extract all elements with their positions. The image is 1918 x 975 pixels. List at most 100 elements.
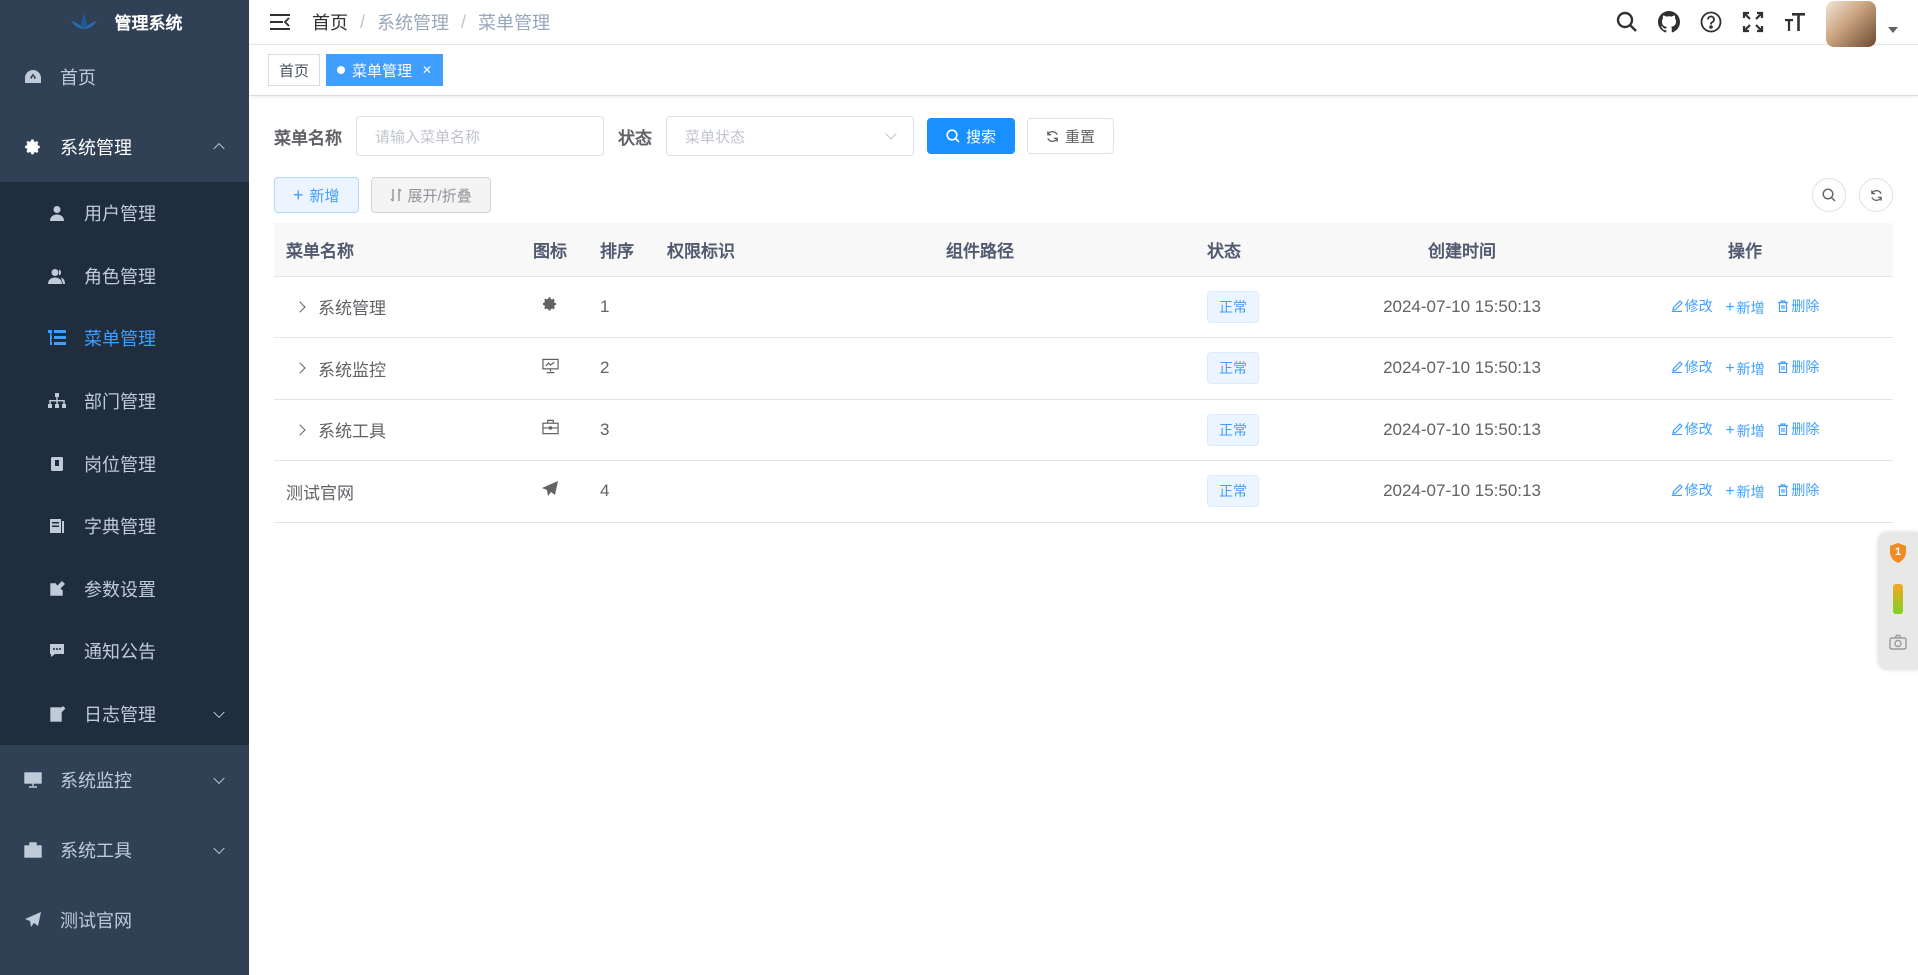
- help-icon[interactable]: [1700, 11, 1722, 33]
- search-button-label: 搜索: [966, 128, 997, 146]
- column-header: 状态: [1207, 223, 1327, 277]
- status-badge: 正常: [1207, 475, 1259, 508]
- delete-button[interactable]: 删除: [1777, 296, 1819, 316]
- user-menu[interactable]: [1826, 0, 1898, 47]
- edit-button[interactable]: 修改: [1671, 296, 1713, 316]
- sidebar-item-depts[interactable]: 部门管理: [0, 370, 249, 433]
- reset-button-label: 重置: [1065, 128, 1096, 146]
- sidebar-item-config[interactable]: 参数设置: [0, 558, 249, 621]
- edit-button[interactable]: 修改: [1671, 480, 1713, 500]
- tags-view: 首页 菜单管理 ✕: [249, 44, 1918, 96]
- tag-home[interactable]: 首页: [268, 54, 321, 86]
- sidebar-item-users[interactable]: 用户管理: [0, 182, 249, 245]
- logo-icon: [70, 13, 97, 29]
- table-row: 系统工具 3 正常 2024-07-10 15:50:13 修改 + 新增 删除: [274, 399, 1893, 461]
- app-title: 管理系统: [114, 13, 183, 33]
- color-bar-icon[interactable]: [1893, 584, 1903, 614]
- sidebar-item-label: 系统管理: [60, 138, 132, 158]
- floating-widget: 1: [1878, 532, 1918, 670]
- log-icon: [46, 703, 68, 725]
- app-logo[interactable]: 管理系统: [0, 0, 249, 42]
- breadcrumb: 首页 / 系统管理 / 菜单管理: [312, 9, 550, 35]
- search-icon[interactable]: [1616, 11, 1638, 33]
- menu-name-placeholder: 请输入菜单名称: [375, 128, 481, 146]
- delete-button[interactable]: 删除: [1777, 480, 1819, 500]
- search-button[interactable]: 搜索: [927, 118, 1016, 154]
- delete-label: 删除: [1791, 297, 1820, 314]
- column-header: 权限标识: [667, 223, 897, 277]
- shield-icon[interactable]: 1: [1888, 542, 1908, 564]
- sort-order: 2: [592, 337, 667, 400]
- main-area: 首页 / 系统管理 / 菜单管理 首页 菜单管理 ✕ 菜单名称 请输入菜单名称 …: [249, 0, 1918, 975]
- sort-order: 1: [592, 276, 667, 338]
- sidebar-item-tool[interactable]: 系统工具: [0, 815, 249, 885]
- expand-collapse-button[interactable]: 展开/折叠: [370, 177, 491, 213]
- sidebar-item-label: 通知公告: [84, 642, 156, 663]
- sidebar-item-logs[interactable]: 日志管理: [0, 683, 249, 746]
- column-header: 图标: [508, 223, 592, 277]
- dict-icon: [46, 515, 68, 537]
- sidebar-item-posts[interactable]: 岗位管理: [0, 432, 249, 495]
- edit-button[interactable]: 修改: [1671, 357, 1713, 377]
- sort-order: 4: [592, 460, 667, 523]
- tree-icon: [46, 390, 68, 412]
- close-icon[interactable]: ✕: [422, 63, 432, 77]
- chevron-down-icon: [885, 127, 897, 140]
- fullscreen-icon[interactable]: [1742, 11, 1764, 33]
- sidebar-item-label: 菜单管理: [84, 329, 156, 350]
- sidebar-item-dicts[interactable]: 字典管理: [0, 495, 249, 558]
- sidebar-item-notice[interactable]: 通知公告: [0, 620, 249, 683]
- chevron-up-icon: [213, 142, 225, 155]
- menu-name-input[interactable]: 请输入菜单名称: [356, 116, 604, 156]
- font-size-icon[interactable]: [1784, 11, 1806, 33]
- refresh-button[interactable]: [1859, 178, 1893, 212]
- caret-down-icon: [1888, 27, 1898, 33]
- table-row: 系统监控 2 正常 2024-07-10 15:50:13 修改 + 新增 删除: [274, 337, 1893, 400]
- sidebar-item-roles[interactable]: 角色管理: [0, 245, 249, 308]
- add-button[interactable]: + 新增: [274, 177, 359, 213]
- table-toolbar: + 新增 展开/折叠: [274, 177, 1893, 213]
- message-icon: [46, 640, 68, 662]
- edit-button[interactable]: 修改: [1671, 419, 1713, 439]
- breadcrumb-item[interactable]: 首页: [312, 9, 348, 35]
- user-icon: [46, 202, 68, 224]
- sidebar-item-website[interactable]: 测试官网: [0, 885, 249, 955]
- breadcrumb-separator: /: [461, 11, 467, 32]
- delete-label: 删除: [1791, 482, 1820, 499]
- edit-label: 修改: [1684, 420, 1713, 437]
- delete-icon: [1778, 361, 1789, 374]
- permission: [667, 399, 897, 461]
- sidebar-item-monitor[interactable]: 系统监控: [0, 745, 249, 815]
- hamburger-icon[interactable]: [270, 13, 290, 31]
- camera-icon[interactable]: [1889, 634, 1907, 655]
- delete-button[interactable]: 删除: [1777, 419, 1819, 439]
- reset-button[interactable]: 重置: [1027, 118, 1115, 154]
- add-child-button[interactable]: + 新增: [1725, 482, 1764, 502]
- avatar[interactable]: [1826, 1, 1876, 47]
- navbar-actions: [1616, 0, 1898, 47]
- expand-row-icon[interactable]: [294, 424, 306, 436]
- sidebar-item-label: 系统监控: [60, 771, 132, 792]
- expand-row-icon[interactable]: [294, 362, 306, 374]
- toggle-search-button[interactable]: [1812, 178, 1846, 212]
- add-child-button[interactable]: + 新增: [1725, 298, 1764, 318]
- sort-order: 3: [592, 399, 667, 461]
- component-path: [897, 276, 1207, 338]
- delete-label: 删除: [1791, 420, 1820, 437]
- add-child-button[interactable]: + 新增: [1725, 359, 1764, 379]
- sidebar-item-label: 部门管理: [84, 392, 156, 413]
- status-badge: 正常: [1207, 352, 1259, 385]
- status-select[interactable]: 菜单状态: [666, 116, 914, 156]
- sidebar-item-menus[interactable]: 菜单管理: [0, 307, 249, 370]
- add-child-button[interactable]: + 新增: [1725, 421, 1764, 441]
- refresh-icon: [1047, 130, 1058, 142]
- created-time: 2024-07-10 15:50:13: [1327, 399, 1597, 461]
- github-icon[interactable]: [1658, 11, 1680, 33]
- sidebar-item-system[interactable]: 系统管理: [0, 112, 249, 182]
- expand-row-icon[interactable]: [294, 301, 306, 313]
- plus-icon: +: [1725, 298, 1735, 316]
- delete-button[interactable]: 删除: [1777, 357, 1819, 377]
- sidebar-item-home[interactable]: 首页: [0, 42, 249, 112]
- status-badge: 正常: [1207, 413, 1259, 446]
- tag-menu-management[interactable]: 菜单管理 ✕: [326, 54, 444, 86]
